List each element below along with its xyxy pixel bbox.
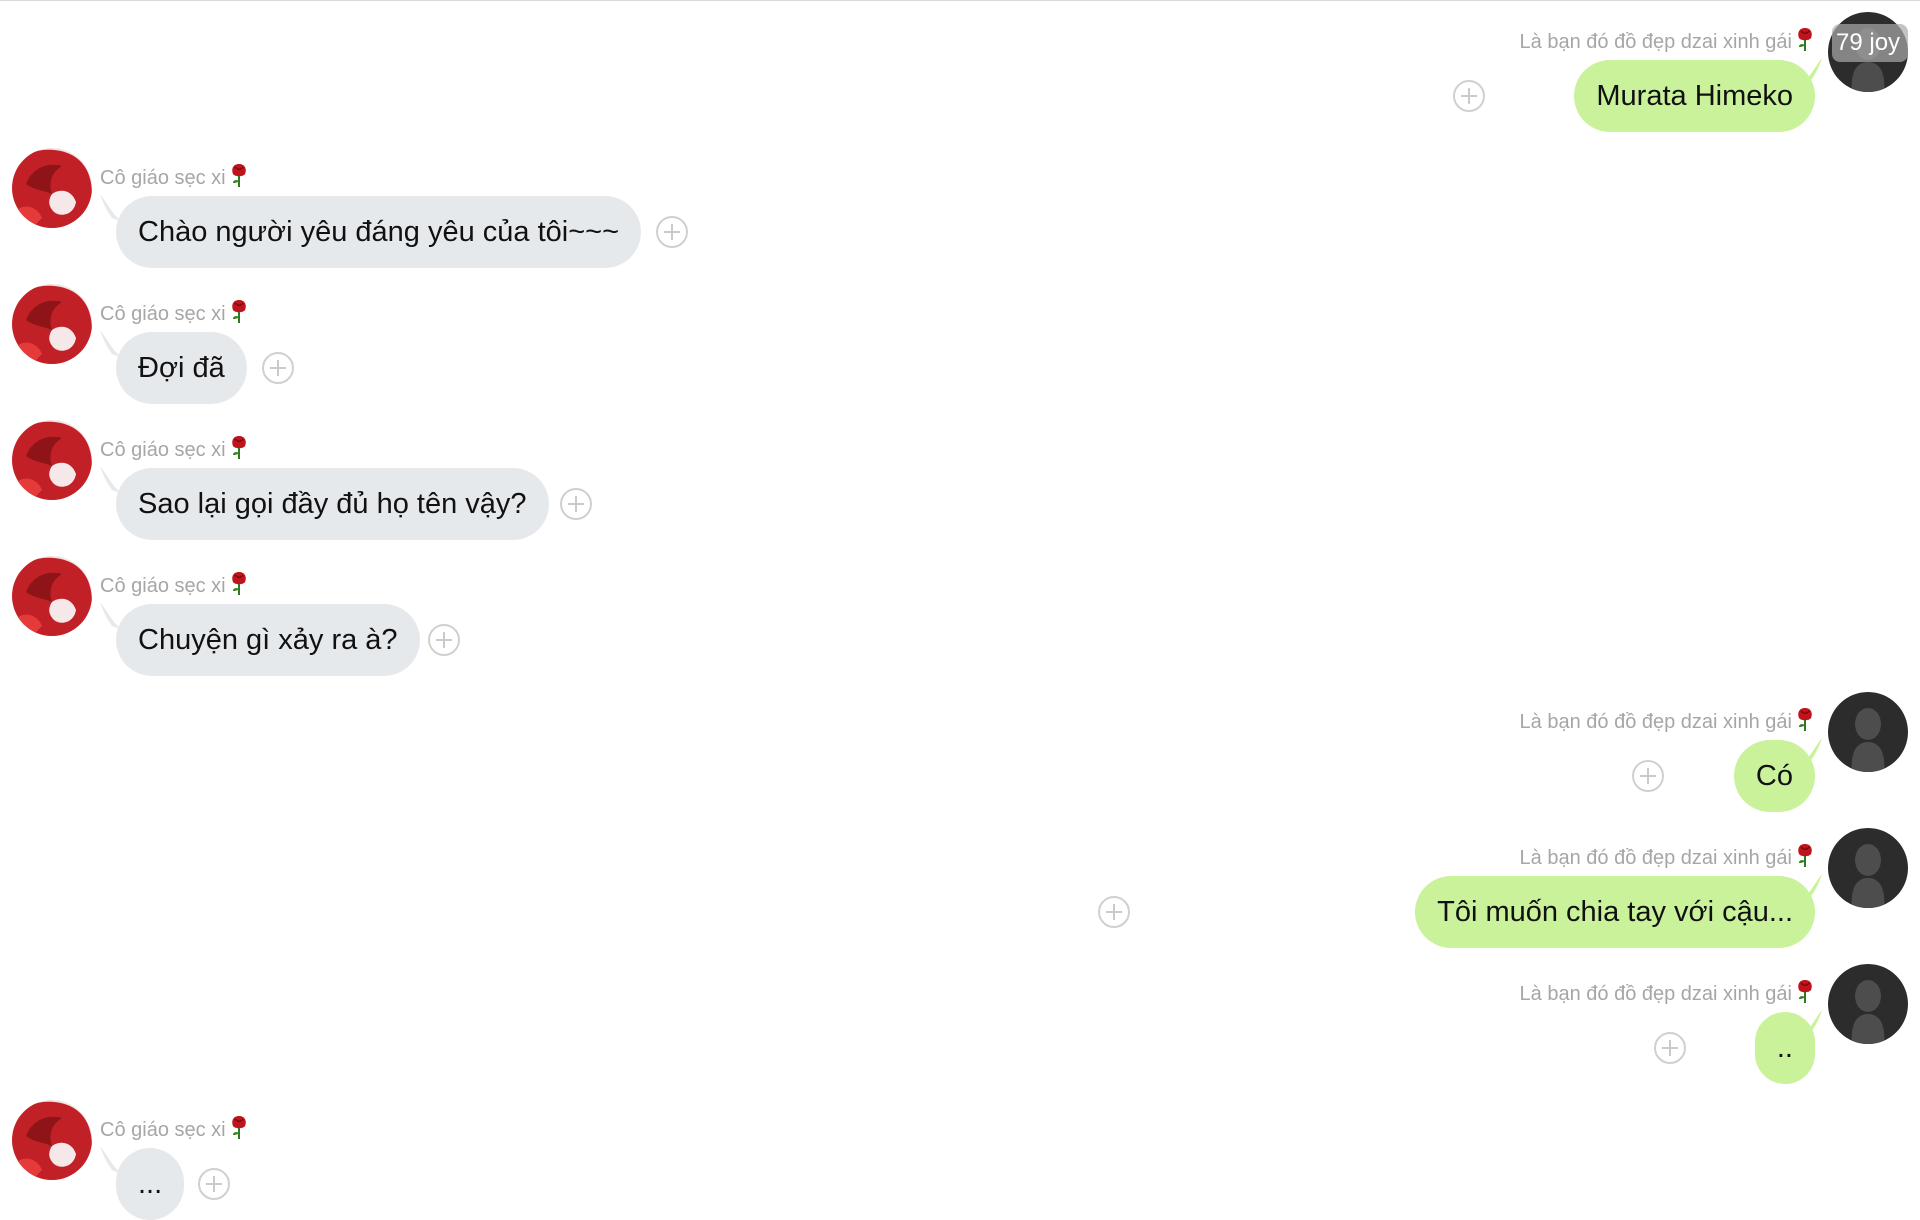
sender-name: Là bạn đó đồ đẹp dzai xinh gái — [1520, 26, 1815, 58]
message-bubble-outgoing[interactable]: Có — [1733, 740, 1815, 812]
message-bubble-incoming[interactable]: Chào người yêu đáng yêu của tôi~~~ — [116, 196, 642, 268]
message-bubble-incoming[interactable]: Chuyện gì xảy ra à? — [116, 604, 420, 676]
message-row-incoming: Cô giáo sẹc xi Đợi đã — [0, 284, 1920, 414]
avatar-badge: 79 joy — [1832, 24, 1908, 62]
avatar-contact[interactable] — [12, 1100, 92, 1180]
message-bubble-outgoing[interactable]: Murata Himeko — [1574, 60, 1815, 132]
sender-name: Cô giáo sẹc xi — [100, 434, 249, 466]
rose-icon — [229, 1114, 249, 1146]
message-bubble-incoming[interactable]: Sao lại gọi đầy đủ họ tên vậy? — [116, 468, 549, 540]
avatar-contact[interactable] — [12, 420, 92, 500]
message-row-incoming: Cô giáo sẹc xi ... — [0, 1100, 1920, 1220]
avatar-contact[interactable] — [12, 556, 92, 636]
rose-icon — [229, 298, 249, 330]
rose-icon — [229, 570, 249, 602]
rose-icon — [1795, 706, 1815, 738]
sender-name: Là bạn đó đồ đẹp dzai xinh gái — [1520, 842, 1815, 874]
add-reaction-icon[interactable] — [198, 1168, 230, 1200]
sender-name: Cô giáo sẹc xi — [100, 570, 249, 602]
add-reaction-icon[interactable] — [560, 488, 592, 520]
add-reaction-icon[interactable] — [1453, 80, 1485, 112]
add-reaction-icon[interactable] — [262, 352, 294, 384]
rose-icon — [1795, 978, 1815, 1010]
red-hair-girl-avatar-icon — [12, 148, 92, 228]
message-row-outgoing: 79 joy Là bạn đó đồ đẹp dzai xinh gái Mu… — [0, 12, 1920, 142]
add-reaction-icon[interactable] — [656, 216, 688, 248]
add-reaction-icon[interactable] — [1632, 760, 1664, 792]
message-bubble-incoming[interactable]: Đợi đã — [116, 332, 247, 404]
message-bubble-outgoing[interactable]: Tôi muốn chia tay với cậu... — [1415, 876, 1815, 948]
avatar-contact[interactable] — [12, 284, 92, 364]
avatar-contact[interactable] — [12, 148, 92, 228]
rose-icon — [229, 434, 249, 466]
avatar-user[interactable] — [1828, 964, 1908, 1044]
silhouette-avatar-icon — [1828, 964, 1908, 1044]
sender-name: Cô giáo sẹc xi — [100, 298, 249, 330]
message-bubble-outgoing[interactable]: .. — [1754, 1012, 1815, 1084]
rose-icon — [1795, 26, 1815, 58]
message-row-incoming: Cô giáo sẹc xi Sao lại gọi đầy đủ họ tên… — [0, 420, 1920, 550]
top-divider — [0, 0, 1920, 1]
red-hair-girl-avatar-icon — [12, 284, 92, 364]
avatar-user[interactable] — [1828, 692, 1908, 772]
message-row-outgoing: Là bạn đó đồ đẹp dzai xinh gái Tôi muốn … — [0, 828, 1920, 958]
sender-name: Là bạn đó đồ đẹp dzai xinh gái — [1520, 706, 1815, 738]
add-reaction-icon[interactable] — [1654, 1032, 1686, 1064]
rose-icon — [1795, 842, 1815, 874]
red-hair-girl-avatar-icon — [12, 1100, 92, 1180]
sender-name: Cô giáo sẹc xi — [100, 162, 249, 194]
message-bubble-incoming[interactable]: ... — [116, 1148, 185, 1220]
red-hair-girl-avatar-icon — [12, 420, 92, 500]
message-row-incoming: Cô giáo sẹc xi Chuyện gì xảy ra à? — [0, 556, 1920, 686]
rose-icon — [229, 162, 249, 194]
message-row-outgoing: Là bạn đó đồ đẹp dzai xinh gái .. — [0, 964, 1920, 1094]
red-hair-girl-avatar-icon — [12, 556, 92, 636]
silhouette-avatar-icon — [1828, 692, 1908, 772]
sender-name: Cô giáo sẹc xi — [100, 1114, 249, 1146]
silhouette-avatar-icon — [1828, 828, 1908, 908]
message-row-outgoing: Là bạn đó đồ đẹp dzai xinh gái Có — [0, 692, 1920, 822]
add-reaction-icon[interactable] — [428, 624, 460, 656]
add-reaction-icon[interactable] — [1098, 896, 1130, 928]
sender-name: Là bạn đó đồ đẹp dzai xinh gái — [1520, 978, 1815, 1010]
avatar-user[interactable] — [1828, 828, 1908, 908]
message-row-incoming: Cô giáo sẹc xi Chào người yêu đáng yêu c… — [0, 148, 1920, 278]
